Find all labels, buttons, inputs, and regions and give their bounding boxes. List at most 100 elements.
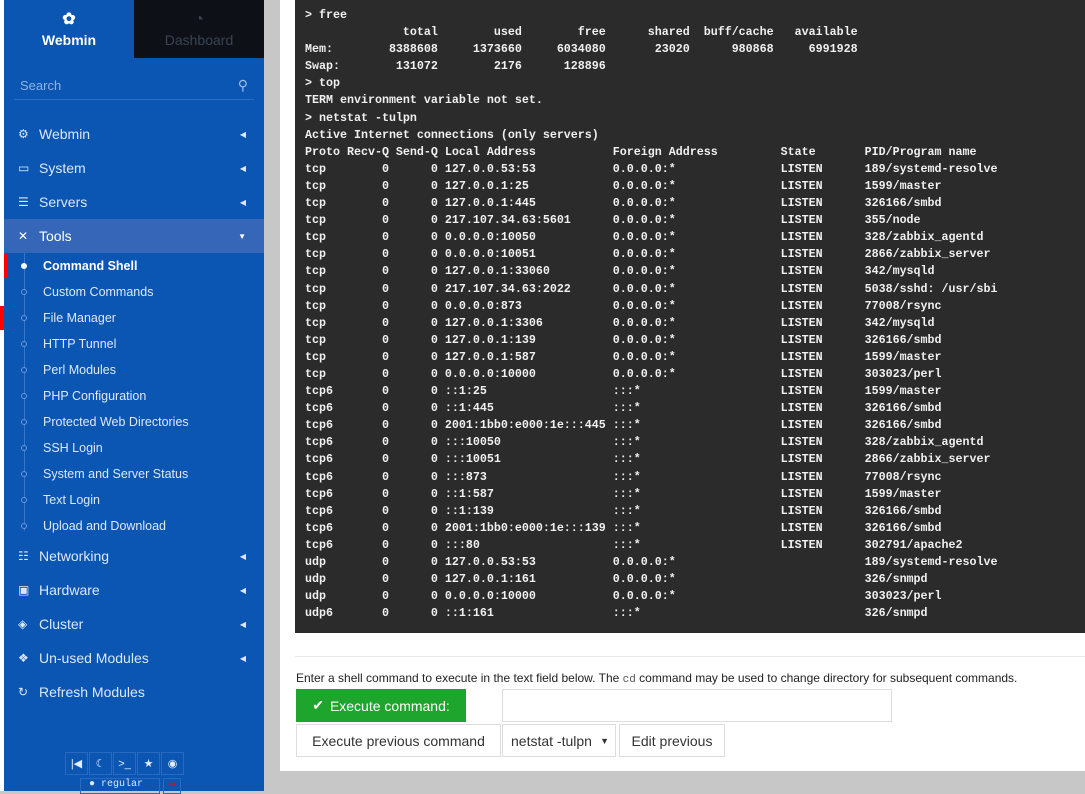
caret-left-icon: ◀: [239, 197, 246, 207]
bullet-icon: [21, 263, 27, 269]
sidebar-item-networking[interactable]: ☷ Networking ◀: [4, 539, 264, 573]
netstat-row: tcp6 0 0 ::1:587 :::* LISTEN 1599/master: [305, 486, 942, 501]
netstat-row: tcp 0 0 127.0.0.53:53 0.0.0.0:* LISTEN 1…: [305, 161, 998, 176]
free-row: Mem: 8388608 1373660 6034080 23020 98086…: [305, 42, 858, 57]
logout-icon[interactable]: ➞: [163, 778, 181, 794]
bullet-icon: [21, 523, 27, 529]
edit-previous-button[interactable]: Edit previous: [619, 724, 725, 757]
output-line: TERM environment variable not set.: [305, 93, 543, 108]
sidebar-item-servers[interactable]: ☰ Servers ◀: [4, 185, 264, 219]
tab-dashboard[interactable]: ◔ Dashboard: [134, 0, 264, 58]
execute-command-button[interactable]: ✔ Execute command:: [296, 689, 466, 722]
sidebar-subitem-file-manager[interactable]: File Manager: [0, 305, 264, 331]
refresh-icon: ↻: [18, 685, 29, 699]
execute-label: Execute command:: [329, 697, 450, 714]
bullet-icon: [21, 471, 27, 477]
netstat-row: udp 0 0 0.0.0.0:10000 0.0.0.0:* 303023/p…: [305, 589, 942, 604]
netstat-row: tcp 0 0 127.0.0.1:587 0.0.0.0:* LISTEN 1…: [305, 349, 942, 364]
netstat-row: tcp6 0 0 ::1:445 :::* LISTEN 326166/smbd: [305, 401, 942, 416]
command-input[interactable]: [502, 689, 892, 722]
sidebar-subitem-label: PHP Configuration: [43, 389, 147, 403]
tools-submenu: Command Shell Custom Commands File Manager…: [0, 253, 264, 539]
sidebar-item-hardware[interactable]: ▣ Hardware ◀: [4, 573, 264, 607]
terminal-output: > free total used free shared buff/cache…: [295, 0, 1085, 633]
palette-icon[interactable]: ◉: [161, 752, 184, 775]
gear-icon: ⚙: [18, 127, 29, 141]
tools-icon: ✕: [18, 229, 29, 243]
netstat-row: udp 0 0 127.0.0.1:161 0.0.0.0:* 326/snmp…: [305, 572, 928, 587]
sidebar-subitem-text-login[interactable]: Text Login: [4, 487, 264, 513]
sidebar-subitem-label: Command Shell: [43, 259, 138, 273]
caret-left-icon: ◀: [239, 129, 246, 139]
moon-icon[interactable]: ☾: [89, 752, 112, 775]
netstat-row: tcp 0 0 0.0.0.0:10050 0.0.0.0:* LISTEN 3…: [305, 230, 984, 245]
search-input[interactable]: [20, 78, 220, 93]
netstat-row: tcp6 0 0 ::1:25 :::* LISTEN 1599/master: [305, 384, 942, 399]
hdd-icon: ▣: [18, 583, 30, 597]
sidebar-subitem-upload-and-download[interactable]: Upload and Download: [4, 513, 264, 539]
bullet-icon: [21, 315, 27, 321]
sidebar-item-webmin[interactable]: ⚙ Webmin ◀: [4, 117, 264, 151]
sidebar-subitem-label: Upload and Download: [43, 519, 167, 533]
sidebar-item-cluster[interactable]: ◈ Cluster ◀: [4, 607, 264, 641]
search-icon[interactable]: ⚲: [238, 77, 248, 94]
sidebar: ✿ Webmin ◔ Dashboard ⚲ ⚙Webmin◀▭System◀☰…: [0, 0, 264, 794]
sidebar-subitem-http-tunnel[interactable]: HTTP Tunnel: [4, 331, 264, 357]
netstat-row: tcp6 0 0 2001:1bb0:e000:1e:::445 :::* LI…: [305, 418, 942, 433]
sidebar-subitem-php-configuration[interactable]: PHP Configuration: [4, 383, 264, 409]
netstat-row: udp6 0 0 ::1:161 :::* 326/snmpd: [305, 606, 928, 621]
hint-text: Enter a shell command to execute in the …: [296, 671, 623, 685]
star-icon[interactable]: ★: [137, 752, 160, 775]
shell-hint: Enter a shell command to execute in the …: [296, 671, 1017, 686]
previous-command-select[interactable]: netstat -tulpn ▼: [502, 724, 616, 757]
laptop-icon: ▭: [18, 161, 30, 175]
divider: [295, 656, 1085, 657]
execute-previous-button[interactable]: Execute previous command: [296, 724, 501, 757]
sidebar-item-label: Webmin: [39, 126, 91, 142]
sidebar-subitem-perl-modules[interactable]: Perl Modules: [4, 357, 264, 383]
active-marker: [4, 254, 8, 278]
bullet-icon: [21, 341, 27, 347]
netstat-row: tcp6 0 0 :::873 :::* LISTEN 77008/rsync: [305, 469, 942, 484]
bullet-icon: [21, 445, 27, 451]
sidebar-item-un-used-modules[interactable]: ❖ Un-used Modules ◀: [4, 641, 264, 675]
user-button[interactable]: ● regular: [80, 778, 160, 794]
sidebar-subitem-protected-web-directories[interactable]: Protected Web Directories: [4, 409, 264, 435]
netstat-row: udp 0 0 127.0.0.53:53 0.0.0.0:* 189/syst…: [305, 555, 998, 569]
layers-icon: ◈: [18, 617, 28, 631]
sidebar-item-label: Servers: [39, 194, 88, 210]
netstat-row: tcp 0 0 217.107.34.63:5601 0.0.0.0:* LIS…: [305, 213, 921, 228]
network-icon: ☷: [18, 549, 29, 563]
netstat-row: tcp6 0 0 :::10051 :::* LISTEN 2866/zabbi…: [305, 452, 991, 467]
collapse-icon[interactable]: |◀: [65, 752, 88, 775]
netstat-row: tcp 0 0 127.0.0.1:445 0.0.0.0:* LISTEN 3…: [305, 196, 942, 211]
sidebar-subitem-command-shell[interactable]: Command Shell: [4, 253, 264, 279]
sidebar-subitem-system-and-server-status[interactable]: System and Server Status: [4, 461, 264, 487]
sidebar-item-system[interactable]: ▭ System ◀: [4, 151, 264, 185]
caret-left-icon: ◀: [239, 585, 246, 595]
sidebar-item-label: System: [39, 160, 86, 176]
sidebar-item-tools[interactable]: ✕ Tools ▼: [4, 219, 264, 253]
previous-selected: netstat -tulpn: [511, 732, 592, 749]
sidebar-item-label: Cluster: [39, 616, 84, 632]
sidebar-subitem-label: Protected Web Directories: [43, 415, 189, 429]
sidebar-search: ⚲: [14, 72, 254, 100]
netstat-row: tcp 0 0 0.0.0.0:873 0.0.0.0:* LISTEN 770…: [305, 298, 942, 313]
caret-down-icon: ▼: [238, 231, 246, 241]
netstat-header: Proto Recv-Q Send-Q Local Address Foreig…: [305, 144, 977, 159]
sidebar-subitem-label: Text Login: [43, 493, 100, 507]
bullet-icon: [21, 497, 27, 503]
sidebar-item-refresh-modules[interactable]: ↻ Refresh Modules: [4, 675, 264, 709]
tab-webmin[interactable]: ✿ Webmin: [4, 0, 134, 58]
sidebar-subitem-ssh-login[interactable]: SSH Login: [4, 435, 264, 461]
hint-text-end: command may be used to change directory …: [635, 671, 1018, 685]
check-circle-icon: ✔: [312, 697, 324, 713]
bullet-icon: [21, 419, 27, 425]
tab-dashboard-label: Dashboard: [164, 32, 234, 48]
netstat-row: tcp6 0 0 ::1:139 :::* LISTEN 326166/smbd: [305, 503, 942, 518]
sidebar-subitem-label: System and Server Status: [43, 467, 189, 481]
terminal-icon[interactable]: >_: [113, 752, 136, 775]
sidebar-subitem-custom-commands[interactable]: Custom Commands: [4, 279, 264, 305]
server-icon: ☰: [18, 195, 29, 209]
sidebar-item-label: Networking: [39, 548, 110, 564]
